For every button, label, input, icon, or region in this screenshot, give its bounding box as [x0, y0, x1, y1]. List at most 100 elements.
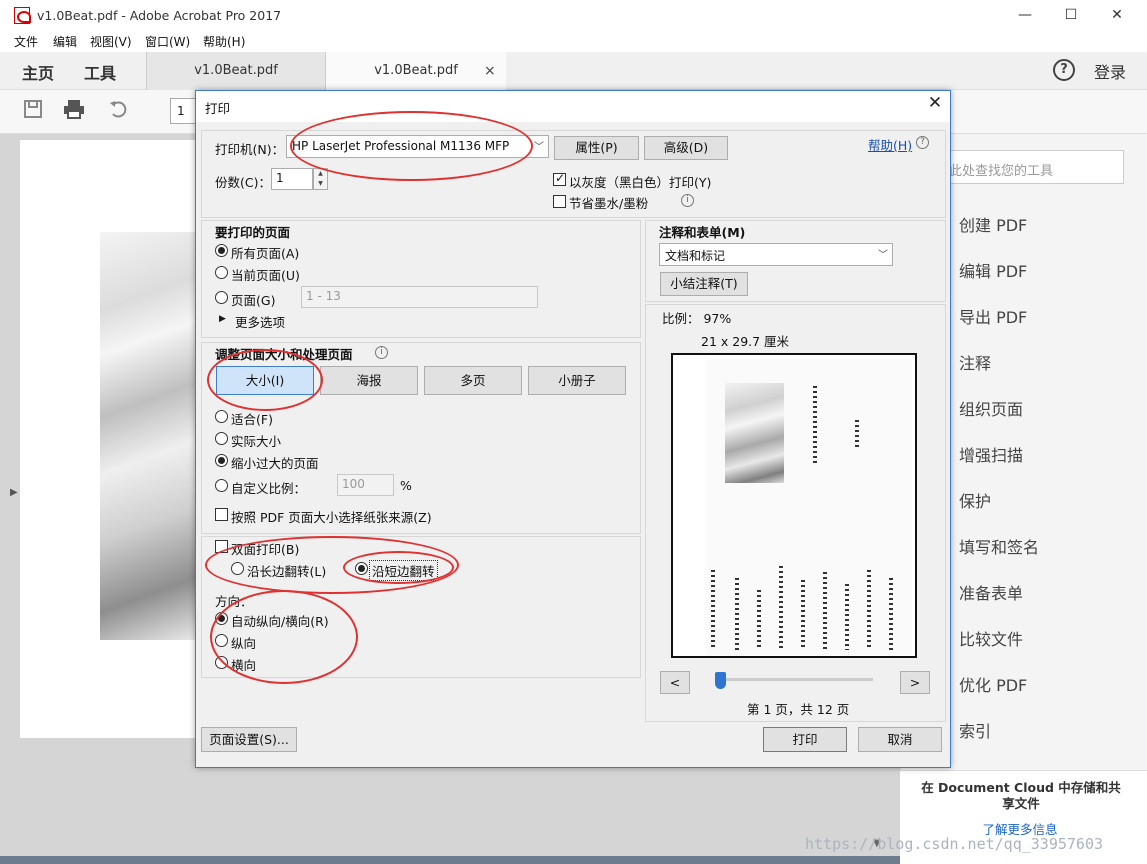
- save-icon[interactable]: [22, 99, 44, 121]
- sizing-info-icon[interactable]: i: [375, 346, 388, 359]
- pages-range-radio[interactable]: [215, 291, 228, 304]
- tool-prepare-form[interactable]: 准备表单: [959, 580, 1023, 604]
- pages-range-label: 页面(G): [231, 293, 276, 308]
- more-options-label[interactable]: 更多选项: [235, 312, 285, 331]
- document-illustration: [100, 232, 196, 640]
- tool-search-input[interactable]: 此处查找您的工具: [940, 150, 1124, 184]
- preview-illustration: [725, 383, 784, 483]
- landscape-radio[interactable]: [215, 656, 228, 669]
- paper-size-label: 21 x 29.7 厘米: [701, 334, 790, 349]
- tool-fill-sign[interactable]: 填写和签名: [959, 534, 1039, 558]
- tools-tab[interactable]: 工具: [84, 60, 116, 84]
- actual-size-radio[interactable]: [215, 432, 228, 445]
- short-edge-radio[interactable]: [355, 562, 368, 575]
- portrait-radio[interactable]: [215, 634, 228, 647]
- auto-orientation-label: 自动纵向/横向(R): [231, 614, 329, 629]
- properties-button[interactable]: 属性(P): [554, 136, 639, 160]
- minimize-button[interactable]: —: [1002, 0, 1048, 31]
- fit-label: 适合(F): [231, 412, 273, 427]
- tool-create-pdf[interactable]: 创建 PDF: [959, 212, 1027, 236]
- tool-enhance-scans[interactable]: 增强扫描: [959, 442, 1023, 466]
- fit-radio[interactable]: [215, 410, 228, 423]
- copies-input[interactable]: 1: [271, 168, 313, 190]
- preview-text-column: [855, 420, 859, 450]
- menu-help[interactable]: 帮助(H): [203, 33, 245, 50]
- save-ink-info-icon[interactable]: i: [681, 194, 694, 207]
- save-ink-label: 节省墨水/墨粉: [569, 196, 649, 211]
- close-tab-icon[interactable]: ×: [484, 52, 496, 90]
- menu-file[interactable]: 文件: [14, 33, 38, 50]
- tool-comment[interactable]: 注释: [959, 350, 991, 374]
- undo-icon[interactable]: [107, 99, 129, 121]
- page-setup-button[interactable]: 页面设置(S)...: [201, 727, 297, 752]
- page-slider-track[interactable]: [717, 678, 873, 681]
- print-button[interactable]: 打印: [763, 727, 847, 752]
- paper-source-checkbox[interactable]: [215, 508, 228, 521]
- long-edge-radio[interactable]: [231, 562, 244, 575]
- menu-edit[interactable]: 编辑: [53, 33, 77, 50]
- tool-protect[interactable]: 保护: [959, 488, 991, 512]
- shrink-oversized-radio[interactable]: [215, 454, 228, 467]
- expand-triangle-icon[interactable]: ▶: [219, 314, 226, 324]
- grayscale-checkbox[interactable]: [553, 171, 566, 186]
- custom-scale-input[interactable]: 100: [337, 474, 394, 496]
- tool-compare-files[interactable]: 比较文件: [959, 626, 1023, 650]
- custom-scale-radio[interactable]: [215, 479, 228, 492]
- multiple-button[interactable]: 多页: [424, 366, 522, 395]
- poster-button[interactable]: 海报: [320, 366, 418, 395]
- summarize-comments-button[interactable]: 小结注释(T): [660, 272, 748, 296]
- help-icon[interactable]: ?: [1053, 59, 1075, 81]
- tool-organize-pages[interactable]: 组织页面: [959, 396, 1023, 420]
- help-info-icon[interactable]: ?: [916, 136, 929, 149]
- short-edge-label: 沿短边翻转: [369, 560, 438, 581]
- copies-label: 份数(C)：: [215, 175, 271, 190]
- print-icon[interactable]: [63, 99, 85, 121]
- window-title: v1.0Beat.pdf - Adobe Acrobat Pro 2017: [37, 8, 282, 23]
- dialog-close-button[interactable]: ✕: [924, 93, 946, 117]
- page-slider-thumb[interactable]: [715, 672, 726, 689]
- shrink-oversized-label: 缩小过大的页面: [231, 456, 319, 471]
- auto-orientation-radio[interactable]: [215, 612, 228, 625]
- orientation-heading: 方向：: [215, 594, 253, 609]
- comments-forms-select[interactable]: 文档和标记 ﹀: [659, 243, 893, 266]
- next-page-button[interactable]: >: [900, 671, 930, 694]
- help-link[interactable]: 帮助(H): [868, 135, 912, 154]
- copies-stepper[interactable]: ▲ ▼: [313, 168, 328, 190]
- cloud-promo-text: 在 Document Cloud 中存储和共享文件: [921, 780, 1121, 811]
- watermark-text: https://blog.csdn.net/qq_33957603: [805, 835, 1104, 853]
- maximize-button[interactable]: ☐: [1048, 0, 1094, 31]
- current-page-radio[interactable]: [215, 266, 228, 279]
- document-tab-1[interactable]: v1.0Beat.pdf: [146, 52, 326, 90]
- advanced-button[interactable]: 高级(D): [644, 136, 728, 160]
- tool-index[interactable]: 索引: [959, 718, 991, 742]
- tool-edit-pdf[interactable]: 编辑 PDF: [959, 258, 1027, 282]
- home-tab[interactable]: 主页: [22, 60, 54, 84]
- menu-window[interactable]: 窗口(W): [145, 33, 190, 50]
- document-tab-2[interactable]: v1.0Beat.pdf: [326, 52, 506, 90]
- login-link[interactable]: 登录: [1094, 59, 1126, 83]
- prev-page-button[interactable]: <: [660, 671, 690, 694]
- preview-text-column: [711, 570, 715, 650]
- close-window-button[interactable]: ✕: [1094, 0, 1140, 31]
- preview-text-column: [813, 386, 817, 464]
- pages-range-input[interactable]: 1 - 13: [301, 286, 538, 308]
- expand-left-icon[interactable]: ▶: [10, 487, 18, 498]
- chevron-down-icon: ﹀: [534, 142, 544, 153]
- chevron-down-icon: ﹀: [878, 250, 888, 261]
- printer-label: 打印机(N)：: [215, 142, 285, 157]
- tool-export-pdf[interactable]: 导出 PDF: [959, 304, 1027, 328]
- page-sizing-heading: 调整页面大小和处理页面: [215, 347, 353, 362]
- actual-size-label: 实际大小: [231, 434, 282, 449]
- printer-select[interactable]: HP LaserJet Professional M1136 MFP ﹀: [286, 135, 549, 158]
- preview-text-column: [845, 584, 849, 650]
- save-ink-checkbox[interactable]: [553, 195, 566, 208]
- all-pages-radio[interactable]: [215, 244, 228, 257]
- page-number-input[interactable]: 1: [170, 98, 196, 124]
- menu-view[interactable]: 视图(V): [90, 33, 132, 50]
- size-button[interactable]: 大小(I): [216, 366, 314, 395]
- portrait-label: 纵向: [231, 636, 257, 651]
- booklet-button[interactable]: 小册子: [528, 366, 626, 395]
- duplex-checkbox[interactable]: [215, 540, 228, 553]
- tool-optimize-pdf[interactable]: 优化 PDF: [959, 672, 1027, 696]
- cancel-button[interactable]: 取消: [858, 727, 942, 752]
